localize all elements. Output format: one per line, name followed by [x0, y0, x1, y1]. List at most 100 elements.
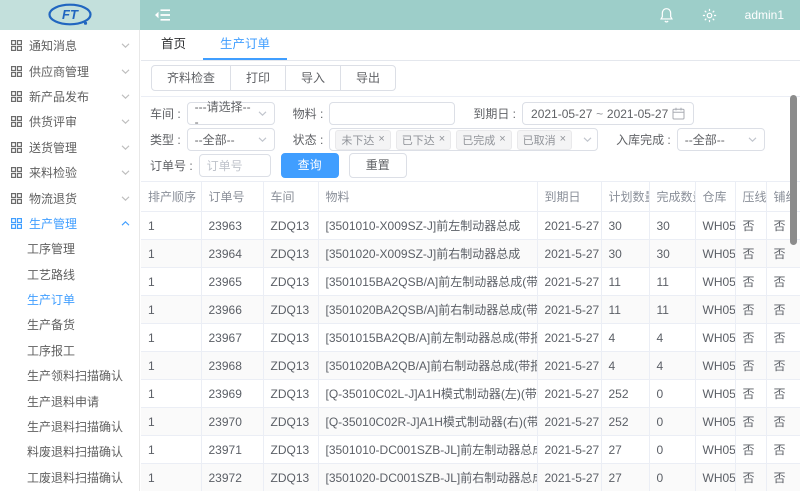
table-cell: 否: [766, 296, 800, 324]
toolbar: 齐料检查 打印 导入 导出: [141, 61, 800, 97]
table-cell: 4: [601, 324, 649, 352]
due-date-start[interactable]: 2021-05-27: [531, 107, 592, 121]
sidebar-item[interactable]: 生产管理: [0, 211, 139, 236]
sidebar-item[interactable]: 生产备货: [0, 312, 139, 337]
table-cell: 1: [141, 296, 201, 324]
type-select[interactable]: --全部--: [187, 128, 275, 151]
sidebar-item-label: 工序管理: [27, 240, 130, 257]
grid-icon: [11, 91, 22, 102]
sidebar-item[interactable]: 生产退料扫描确认: [0, 414, 139, 439]
table-cell: 否: [766, 464, 800, 491]
inbound-complete-select[interactable]: --全部--: [677, 128, 765, 151]
table-row[interactable]: 123965ZDQ13[3501015BA2QSB/A]前左制动器总成(带报警器…: [141, 268, 800, 296]
grid-icon: [11, 66, 22, 77]
print-button[interactable]: 打印: [230, 65, 286, 91]
due-date-range[interactable]: 2021-05-27 ~ 2021-05-27: [522, 102, 694, 125]
status-multiselect[interactable]: 未下达×已下达×已完成×已取消×: [329, 128, 598, 151]
sidebar-collapse-icon[interactable]: [154, 8, 171, 22]
table-cell: [3501020-DC001SZB-JL]前右制动器总成(带报警器)(老气室): [318, 464, 537, 491]
sidebar-item[interactable]: 工艺路线: [0, 262, 139, 287]
export-button[interactable]: 导出: [340, 65, 396, 91]
sidebar-item[interactable]: 供应商管理: [0, 58, 139, 83]
sidebar-item-label: 供货评审: [29, 113, 121, 130]
table-cell: [3501015BA2QB/A]前左制动器总成(带报警器): [318, 324, 537, 352]
table-cell: 2021-5-27: [537, 324, 601, 352]
table-row[interactable]: 123972ZDQ13[3501020-DC001SZB-JL]前右制动器总成(…: [141, 464, 800, 491]
table-cell: 2021-5-27: [537, 268, 601, 296]
column-header: 排产顺序: [141, 182, 201, 212]
table-row[interactable]: 123963ZDQ13[3501010-X009SZ-J]前左制动器总成2021…: [141, 212, 800, 240]
tag-close-icon[interactable]: ×: [560, 134, 566, 145]
sidebar-item[interactable]: 生产退料申请: [0, 388, 139, 413]
tag-close-icon[interactable]: ×: [439, 134, 445, 145]
table-row[interactable]: 123969ZDQ13[Q-35010C02L-J]A1H模式制动器(左)(带报…: [141, 380, 800, 408]
due-date-end[interactable]: 2021-05-27: [607, 107, 668, 121]
table-row[interactable]: 123966ZDQ13[3501020BA2QSB/A]前右制动器总成(带报警器…: [141, 296, 800, 324]
sidebar-item-label: 来料检验: [29, 164, 121, 181]
table-row[interactable]: 123964ZDQ13[3501020-X009SZ-J]前右制动器总成2021…: [141, 240, 800, 268]
tag-close-icon[interactable]: ×: [499, 134, 505, 145]
settings-gear-icon[interactable]: [702, 8, 717, 23]
table-cell: [3501015BA2QSB/A]前左制动器总成(带报警器): [318, 268, 537, 296]
workshop-select[interactable]: ---请选择---: [187, 102, 275, 125]
order-number-input[interactable]: [207, 159, 263, 173]
sidebar-item[interactable]: 来料检验: [0, 160, 139, 185]
chevron-down-icon: [121, 145, 130, 150]
sidebar-item[interactable]: 通知消息: [0, 33, 139, 58]
sidebar-item-label: 送货管理: [29, 139, 121, 156]
sidebar-item[interactable]: 生产领料扫描确认: [0, 363, 139, 388]
tab-production-order[interactable]: 生产订单: [203, 30, 287, 60]
table-cell: WH05: [695, 464, 735, 491]
sidebar-item[interactable]: 物流退货: [0, 185, 139, 210]
vertical-scrollbar-thumb[interactable]: [790, 95, 797, 245]
table-cell: ZDQ13: [263, 324, 318, 352]
table-cell: WH05: [695, 352, 735, 380]
table-cell: 否: [766, 324, 800, 352]
table-cell: ZDQ13: [263, 240, 318, 268]
sidebar-item-label: 供应商管理: [29, 63, 121, 80]
table-cell: 23967: [201, 324, 263, 352]
material-check-button[interactable]: 齐料检查: [151, 65, 231, 91]
sidebar-item[interactable]: 工序管理: [0, 236, 139, 261]
tag-close-icon[interactable]: ×: [378, 134, 384, 145]
table-cell: 1: [141, 212, 201, 240]
sidebar-item[interactable]: 送货管理: [0, 135, 139, 160]
table-row[interactable]: 123971ZDQ13[3501010-DC001SZB-JL]前左制动器总成(…: [141, 436, 800, 464]
table-cell: 30: [649, 240, 695, 268]
table-cell: 否: [766, 408, 800, 436]
query-button[interactable]: 查询: [281, 153, 339, 178]
table-row[interactable]: 123967ZDQ13[3501015BA2QB/A]前左制动器总成(带报警器)…: [141, 324, 800, 352]
material-input-wrap: [329, 102, 455, 125]
tab-home[interactable]: 首页: [144, 30, 203, 60]
table-cell: 否: [735, 240, 766, 268]
table-cell: 4: [649, 352, 695, 380]
sidebar-item[interactable]: 生产订单: [0, 287, 139, 312]
header-bar: admin1: [140, 0, 800, 30]
sidebar-item-label: 生产退料申请: [27, 393, 130, 410]
table-cell: 否: [766, 380, 800, 408]
table-cell: 0: [649, 464, 695, 491]
table-row[interactable]: 123968ZDQ13[3501020BA2QB/A]前右制动器总成(带报警器)…: [141, 352, 800, 380]
notification-bell-icon[interactable]: [659, 7, 674, 23]
table-cell: 1: [141, 436, 201, 464]
import-button[interactable]: 导入: [285, 65, 341, 91]
status-tag: 已下达×: [396, 130, 451, 150]
table-cell: ZDQ13: [263, 352, 318, 380]
current-user[interactable]: admin1: [745, 8, 784, 22]
sidebar-item-label: 工序报工: [27, 342, 130, 359]
table-cell: 1: [141, 380, 201, 408]
table-cell: 23970: [201, 408, 263, 436]
reset-button[interactable]: 重置: [349, 153, 407, 178]
table-cell: 2021-5-27: [537, 408, 601, 436]
sidebar-item[interactable]: 料废退料扫描确认: [0, 439, 139, 464]
table-cell: [3501020BA2QSB/A]前右制动器总成(带报警器): [318, 296, 537, 324]
table-cell: 11: [649, 296, 695, 324]
grid-icon: [11, 193, 22, 204]
sidebar-item-label: 料废退料扫描确认: [27, 443, 130, 460]
sidebar-item[interactable]: 供货评审: [0, 109, 139, 134]
sidebar-item[interactable]: 工废退料扫描确认: [0, 465, 139, 490]
material-input[interactable]: [337, 107, 447, 121]
sidebar-item[interactable]: 工序报工: [0, 338, 139, 363]
table-row[interactable]: 123970ZDQ13[Q-35010C02R-J]A1H模式制动器(右)(带报…: [141, 408, 800, 436]
sidebar-item[interactable]: 新产品发布: [0, 84, 139, 109]
